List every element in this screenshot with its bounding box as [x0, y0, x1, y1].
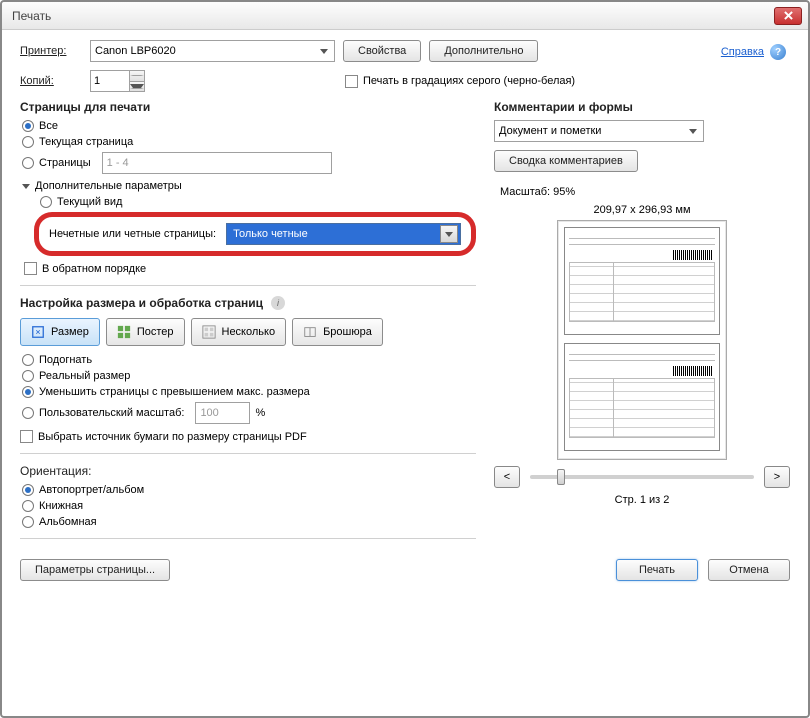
radio-actual[interactable]: Реальный размер [22, 370, 476, 382]
titlebar: Печать [2, 2, 808, 30]
poster-icon [117, 325, 131, 339]
preview-next-button[interactable]: > [764, 466, 790, 488]
print-dialog: Печать Справка ? Принтер: Canon LBP6020 … [0, 0, 810, 718]
page-setup-button[interactable]: Параметры страницы... [20, 559, 170, 581]
custom-scale-input[interactable]: 100 [195, 402, 250, 424]
radio-shrink[interactable]: Уменьшить страницы с превышением макс. р… [22, 386, 476, 398]
chevron-down-icon [320, 49, 328, 54]
printer-label: Принтер: [20, 45, 82, 57]
odd-even-label: Нечетные или четные страницы: [49, 228, 216, 240]
radio-auto-orient[interactable]: Автопортрет/альбом [22, 484, 476, 496]
radio-portrait[interactable]: Книжная [22, 500, 476, 512]
odd-even-select[interactable]: Только четные [226, 223, 461, 245]
size-tab[interactable]: Размер [20, 318, 100, 346]
poster-tab[interactable]: Постер [106, 318, 185, 346]
advanced-button[interactable]: Дополнительно [429, 40, 538, 62]
print-preview [557, 220, 727, 460]
grayscale-checkbox[interactable]: Печать в градациях серого (черно-белая) [345, 75, 575, 88]
preview-slider[interactable] [530, 475, 754, 479]
close-button[interactable] [774, 7, 802, 25]
spinner-down[interactable] [130, 82, 144, 92]
choose-source-checkbox[interactable]: Выбрать источник бумаги по размеру стран… [20, 430, 476, 443]
odd-even-highlight: Нечетные или четные страницы: Только чет… [34, 212, 476, 256]
radio-all[interactable]: Все [22, 120, 476, 132]
dimensions-label: 209,97 x 296,93 мм [494, 204, 790, 216]
sizing-section-title: Настройка размера и обработка страниц [20, 296, 263, 310]
help-link[interactable]: Справка [721, 46, 764, 58]
chevron-down-icon [22, 184, 30, 189]
multiple-tab[interactable]: Несколько [191, 318, 287, 346]
comments-section-title: Комментарии и формы [494, 100, 790, 114]
reverse-checkbox[interactable]: В обратном порядке [24, 262, 476, 275]
pages-section-title: Страницы для печати [20, 100, 476, 114]
copies-input[interactable] [91, 71, 129, 91]
booklet-tab[interactable]: Брошюра [292, 318, 383, 346]
properties-button[interactable]: Свойства [343, 40, 421, 62]
orientation-label: Ориентация: [20, 464, 476, 478]
radio-landscape[interactable]: Альбомная [22, 516, 476, 528]
page-info: Стр. 1 из 2 [494, 494, 790, 506]
radio-custom[interactable]: Пользовательский масштаб: 100 % [22, 402, 476, 424]
close-icon [784, 11, 793, 20]
multiple-icon [202, 325, 216, 339]
help-icon[interactable]: ? [770, 44, 786, 60]
cancel-button[interactable]: Отмена [708, 559, 790, 581]
pages-range-input[interactable]: 1 - 4 [102, 152, 332, 174]
copies-label: Копий: [20, 75, 82, 87]
print-button[interactable]: Печать [616, 559, 698, 581]
radio-pages[interactable]: Страницы 1 - 4 [22, 152, 476, 174]
window-title: Печать [8, 9, 774, 23]
more-options-toggle[interactable]: Дополнительные параметры [22, 180, 476, 192]
size-icon [31, 325, 45, 339]
radio-current[interactable]: Текущая страница [22, 136, 476, 148]
printer-select[interactable]: Canon LBP6020 [90, 40, 335, 62]
scale-label: Масштаб: 95% [500, 186, 790, 198]
radio-current-view[interactable]: Текущий вид [40, 196, 476, 208]
radio-fit[interactable]: Подогнать [22, 354, 476, 366]
spinner-up[interactable] [130, 71, 144, 82]
comments-summary-button[interactable]: Сводка комментариев [494, 150, 638, 172]
copies-spinner[interactable] [90, 70, 145, 92]
booklet-icon [303, 325, 317, 339]
info-icon[interactable]: i [271, 296, 285, 310]
comments-select[interactable]: Документ и пометки [494, 120, 704, 142]
preview-prev-button[interactable]: < [494, 466, 520, 488]
